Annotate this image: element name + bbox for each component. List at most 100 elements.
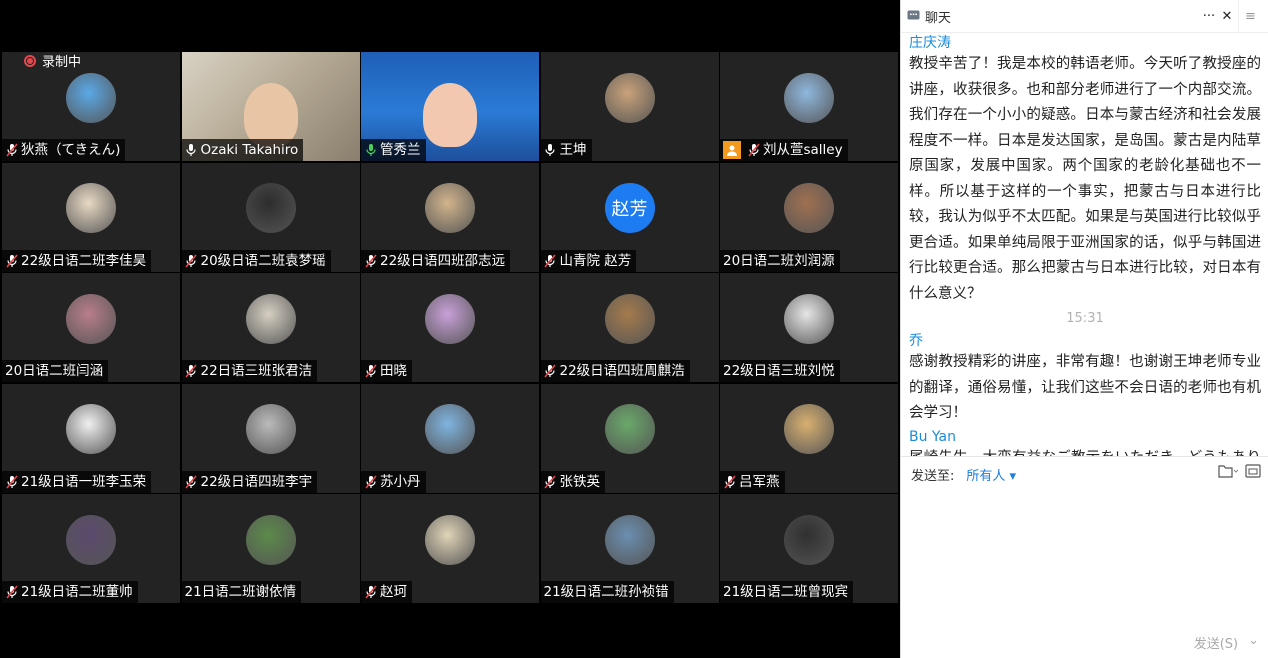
participant-tile[interactable]: 22级日语四班邵志远 (361, 162, 539, 272)
mic-muted-icon (185, 253, 198, 268)
participant-nameplate: 吕军燕 (720, 470, 785, 493)
participant-tile[interactable]: 吕军燕 (720, 383, 898, 493)
close-icon[interactable]: ✕ (1220, 9, 1234, 24)
send-to-value: 所有人 (966, 469, 1006, 484)
file-icon[interactable] (1217, 463, 1239, 479)
participant-tile[interactable]: 21日语二班谢依情 (181, 494, 360, 603)
cartoon-icon (784, 293, 834, 344)
participant-tile[interactable]: 管秀兰 (361, 52, 539, 161)
participant-nameplate: 赵珂 (361, 581, 412, 603)
chat-sender: Bu Yan (909, 428, 957, 445)
participant-name: 22级日语四班李宇 (200, 473, 313, 490)
participant-name: 21级日语二班曾现宾 (723, 584, 849, 600)
participant-nameplate: 狄燕（てきえん) (2, 139, 126, 161)
participant-name: 21级日语二班孙祯错 (543, 584, 669, 600)
participant-tile[interactable]: 20日语二班闫涵 (2, 273, 180, 382)
participant-tile[interactable]: 21级日语二班曾现宾 (720, 494, 898, 603)
participant-tile[interactable]: 赵珂 (361, 494, 539, 603)
participant-nameplate: 20日语二班刘润源 (720, 249, 840, 272)
dog-icon (604, 293, 655, 344)
composer-tools (1217, 463, 1261, 479)
participant-tile[interactable]: 田晓 (361, 273, 539, 382)
participant-name: 22级日语四班周麒浩 (559, 363, 685, 379)
mic-icon (544, 143, 557, 157)
mic-icon (364, 143, 377, 157)
participant-name: 王坤 (559, 142, 587, 158)
mic-muted-icon (364, 585, 377, 599)
participant-tile[interactable]: Ozaki Takahiro (181, 52, 360, 161)
participant-name: 刘从萱salley (763, 142, 843, 158)
mic-muted-icon (747, 143, 760, 157)
participant-tile[interactable]: 王坤 (540, 52, 719, 161)
participant-nameplate: 20级日语二班袁梦瑶 (181, 249, 331, 272)
recording-indicator: 录制中 (24, 51, 81, 70)
participant-name: 22日语三班张君洁 (200, 363, 313, 379)
participant-nameplate: 21级日语二班孙祯错 (540, 581, 674, 603)
participant-name: 20日语二班刘润源 (723, 252, 835, 269)
mic-muted-icon (5, 474, 18, 489)
screenshot-icon[interactable] (1245, 463, 1261, 479)
participant-name: 吕军燕 (739, 473, 780, 490)
chat-sender: 庄庆涛 (909, 35, 951, 51)
participant-tile[interactable]: 22日语三班张君洁 (181, 273, 360, 382)
building-icon (604, 404, 655, 455)
record-icon (24, 54, 36, 67)
participant-name: 22级日语三班刘悦 (723, 363, 835, 379)
send-to-dropdown[interactable]: 所有人 ▾ (966, 465, 1016, 484)
participant-name: 20级日语二班袁梦瑶 (200, 252, 326, 269)
baby-icon (604, 72, 655, 123)
astronaut-icon (784, 514, 834, 565)
participant-tile[interactable]: 20日语二班刘润源 (720, 162, 898, 272)
mic-muted-icon (185, 364, 198, 378)
chat-header: 聊天 ··· ✕ ≡ (901, 0, 1268, 33)
participant-name: 苏小丹 (380, 473, 421, 490)
participant-tile[interactable]: 22级日语三班刘悦 (720, 273, 898, 382)
participant-tile[interactable]: 21级日语二班孙祯错 (540, 494, 719, 603)
deer-icon (425, 514, 475, 565)
participant-nameplate: 田晓 (361, 360, 412, 382)
participant-nameplate: 22级日语四班李宇 (181, 470, 318, 493)
participant-grid: 狄燕（てきえん) Ozaki Takahiro 管秀兰 王坤 刘从萱salley 22级日… (2, 52, 898, 603)
person2-icon (784, 404, 834, 455)
participant-name: 22级日语四班邵志远 (380, 252, 506, 269)
side-menu-icon[interactable]: ≡ (1238, 0, 1262, 33)
participant-tile[interactable]: 22级日语四班李宇 (181, 383, 360, 493)
anime-pink-icon (425, 293, 475, 344)
mic-muted-icon (364, 364, 377, 378)
chat-message: 感谢教授精彩的讲座，非常有趣！也谢谢王坤老师专业的翻译，通俗易懂，让我们这些不会… (909, 354, 1261, 421)
participant-name: 21级日语一班李玉荣 (21, 473, 147, 490)
participant-tile[interactable]: 20级日语二班袁梦瑶 (181, 162, 360, 272)
participant-tile[interactable]: 22级日语二班李佳昊 (2, 162, 180, 272)
chevron-down-icon[interactable]: ⌄ (1248, 633, 1259, 652)
participant-tile[interactable]: 22级日语四班周麒浩 (540, 273, 719, 382)
participant-name: 赵珂 (380, 584, 407, 600)
more-options-icon[interactable]: ··· (1202, 9, 1216, 24)
logo-icon (66, 183, 116, 234)
participant-tile[interactable]: 赵芳 山青院 赵芳 (540, 162, 719, 272)
mic-muted-icon (5, 253, 18, 268)
mic-muted-icon (185, 474, 198, 489)
anime-girl-icon (66, 293, 116, 344)
participant-name: 21日语二班谢依情 (184, 584, 297, 600)
chat-message-list[interactable]: 庄庆涛 教授辛苦了！我是本校的韩语老师。今天听了教授座的讲座，收获很多。也和部分老… (909, 33, 1261, 456)
participant-nameplate: 22日语三班张君洁 (181, 360, 318, 382)
send-button[interactable]: 发送(S) (1194, 633, 1238, 652)
skier-icon (66, 72, 116, 123)
anime-icon (425, 183, 475, 234)
participant-tile[interactable]: 刘从萱salley (720, 52, 898, 161)
participant-name: 管秀兰 (380, 142, 421, 158)
participant-nameplate: 21级日语二班曾现宾 (720, 581, 854, 603)
send-to-label: 发送至: (911, 469, 955, 484)
participant-nameplate: 苏小丹 (361, 470, 426, 493)
chat-message: 尾崎先生、大変有益なご教示をいただき、どうもありがとうございました。 (909, 446, 1261, 457)
participant-nameplate: 22级日语三班刘悦 (720, 360, 840, 382)
participant-tile[interactable]: 21级日语二班董帅 (2, 494, 180, 603)
participant-tile[interactable]: 张铁英 (540, 383, 719, 493)
participant-nameplate: 21级日语一班李玉荣 (2, 470, 152, 493)
participant-nameplate: 20日语二班闫涵 (2, 360, 109, 382)
participant-nameplate: 21日语二班谢依情 (181, 581, 302, 603)
participant-tile[interactable]: 苏小丹 (361, 383, 539, 493)
mic-muted-icon (364, 253, 377, 268)
participant-tile[interactable]: 21级日语一班李玉荣 (2, 383, 180, 493)
participant-nameplate: 22级日语四班周麒浩 (540, 360, 690, 382)
